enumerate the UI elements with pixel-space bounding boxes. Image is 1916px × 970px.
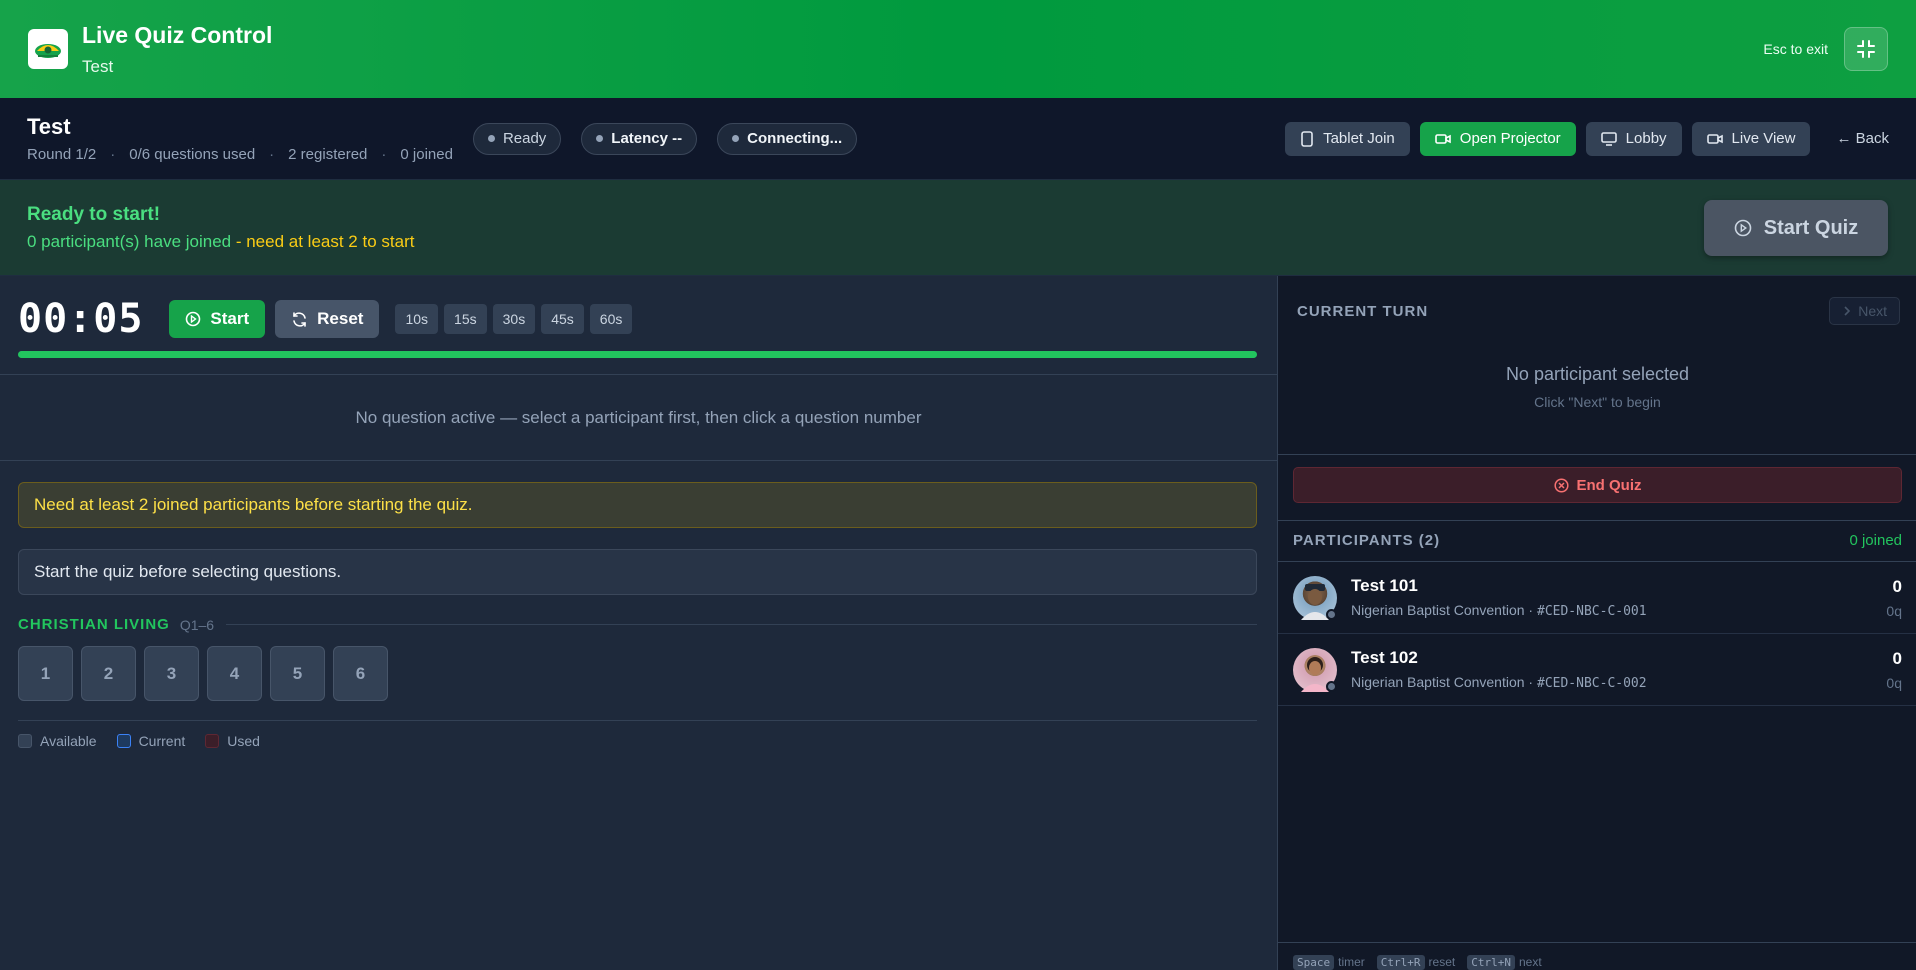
preset-60s[interactable]: 60s	[589, 304, 633, 334]
participant-row[interactable]: Test 102 Nigerian Baptist Convention · #…	[1278, 634, 1916, 706]
lobby-button[interactable]: Lobby	[1585, 121, 1682, 156]
available-swatch	[18, 734, 32, 748]
participant-question-count: 0q	[1886, 602, 1902, 619]
latency-pill: Latency --	[581, 122, 698, 155]
esc-hint: Esc to exit	[1763, 41, 1828, 57]
question-button-2[interactable]: 2	[81, 646, 136, 701]
live-view-button[interactable]: Live View	[1691, 121, 1811, 156]
video-icon	[1434, 133, 1451, 144]
question-panel: 00:05 Start Reset 10s 15s 30s 45s 60s No…	[0, 276, 1277, 970]
timer-display: 00:05	[18, 296, 144, 342]
preset-15s[interactable]: 15s	[444, 304, 487, 334]
preset-30s[interactable]: 30s	[492, 304, 536, 334]
participants-header: PARTICIPANTS (2)	[1293, 532, 1441, 549]
space-key: Space	[1293, 955, 1335, 970]
current-turn-label: CURRENT TURN	[1297, 303, 1429, 320]
chevron-right-icon	[1844, 306, 1851, 316]
start-quiz-info: Start the quiz before selecting question…	[18, 549, 1257, 595]
joined-count: 0 joined	[400, 146, 453, 163]
question-button-3[interactable]: 3	[144, 646, 199, 701]
app-header: Live Quiz Control Test Esc to exit	[0, 0, 1916, 98]
back-link[interactable]: ← Back	[1836, 130, 1889, 147]
app-title: Live Quiz Control	[82, 21, 273, 48]
used-swatch	[205, 734, 220, 748]
timer-progress-bar	[18, 351, 1257, 358]
participant-name: Test 102	[1351, 648, 1418, 667]
question-button-4[interactable]: 4	[207, 646, 262, 701]
questions-used: 0/6 questions used	[129, 146, 256, 163]
avatar	[1293, 647, 1337, 692]
collapse-icon	[1857, 40, 1875, 58]
ready-banner: Ready to start! 0 participant(s) have jo…	[0, 180, 1916, 276]
start-quiz-button[interactable]: Start Quiz	[1704, 200, 1888, 256]
category-header: CHRISTIAN LIVING Q1–6	[18, 616, 1257, 633]
tablet-join-button[interactable]: Tablet Join	[1285, 121, 1410, 156]
status-pill: Ready	[472, 122, 562, 155]
next-button[interactable]: Next	[1829, 297, 1900, 325]
current-swatch	[116, 734, 131, 748]
turn-panel: CURRENT TURN Next No participant selecte…	[1277, 276, 1916, 970]
registered-count: 2 registered	[288, 146, 368, 163]
exit-fullscreen-button[interactable]	[1844, 27, 1888, 71]
no-participant-hint: Click "Next" to begin	[1534, 394, 1661, 410]
ctrl-n-key: Ctrl+N	[1467, 955, 1515, 970]
ready-status: 0 participant(s) have joined - need at l…	[27, 232, 415, 251]
category-range: Q1–6	[179, 616, 215, 633]
no-participant-title: No participant selected	[1505, 364, 1690, 384]
timer-start-button[interactable]: Start	[169, 300, 266, 338]
question-button-6[interactable]: 6	[333, 646, 388, 701]
play-circle-icon	[1734, 219, 1752, 237]
participant-org: Nigerian Baptist Convention · #CED-NBC-C…	[1351, 674, 1647, 691]
participants-joined: 0 joined	[1849, 532, 1902, 549]
participant-org: Nigerian Baptist Convention · #CED-NBC-C…	[1351, 602, 1647, 619]
quiz-info-bar: Test Round 1/2 · 0/6 questions used · 2 …	[0, 98, 1916, 180]
question-grid: 1 2 3 4 5 6	[18, 646, 388, 701]
play-circle-icon	[186, 311, 201, 327]
participant-question-count: 0q	[1886, 674, 1902, 691]
keyboard-shortcuts: Space timer Ctrl+R reset Ctrl+N next	[1293, 955, 1542, 970]
avatar	[1293, 575, 1337, 620]
no-question-message: No question active — select a participan…	[355, 408, 922, 427]
quiz-name: Test	[27, 114, 71, 139]
end-quiz-button[interactable]: End Quiz	[1293, 467, 1902, 503]
round-indicator: Round 1/2	[27, 146, 97, 163]
app-subtitle: Test	[82, 56, 114, 76]
video-icon	[1706, 133, 1723, 144]
x-circle-icon	[1553, 477, 1569, 493]
monitor-icon	[1600, 131, 1617, 146]
participants-warning: Need at least 2 joined participants befo…	[18, 482, 1257, 528]
participant-score: 0	[1892, 648, 1902, 668]
connection-pill: Connecting...	[717, 122, 858, 155]
preset-45s[interactable]: 45s	[541, 304, 584, 334]
ctrl-r-key: Ctrl+R	[1376, 955, 1425, 970]
question-legend: Available Current Used	[18, 733, 260, 749]
question-button-1[interactable]: 1	[18, 646, 73, 701]
ready-heading: Ready to start!	[27, 204, 161, 225]
category-name: CHRISTIAN LIVING	[18, 616, 170, 633]
participant-row[interactable]: Test 101 Nigerian Baptist Convention · #…	[1278, 562, 1916, 634]
participant-name: Test 101	[1351, 576, 1418, 595]
app-logo	[28, 29, 68, 69]
timer-reset-button[interactable]: Reset	[275, 300, 380, 338]
question-button-5[interactable]: 5	[270, 646, 325, 701]
preset-10s[interactable]: 10s	[395, 304, 439, 334]
participant-score: 0	[1892, 576, 1902, 596]
open-projector-button[interactable]: Open Projector	[1419, 121, 1576, 156]
tablet-icon	[1301, 130, 1313, 147]
refresh-icon	[293, 311, 306, 327]
